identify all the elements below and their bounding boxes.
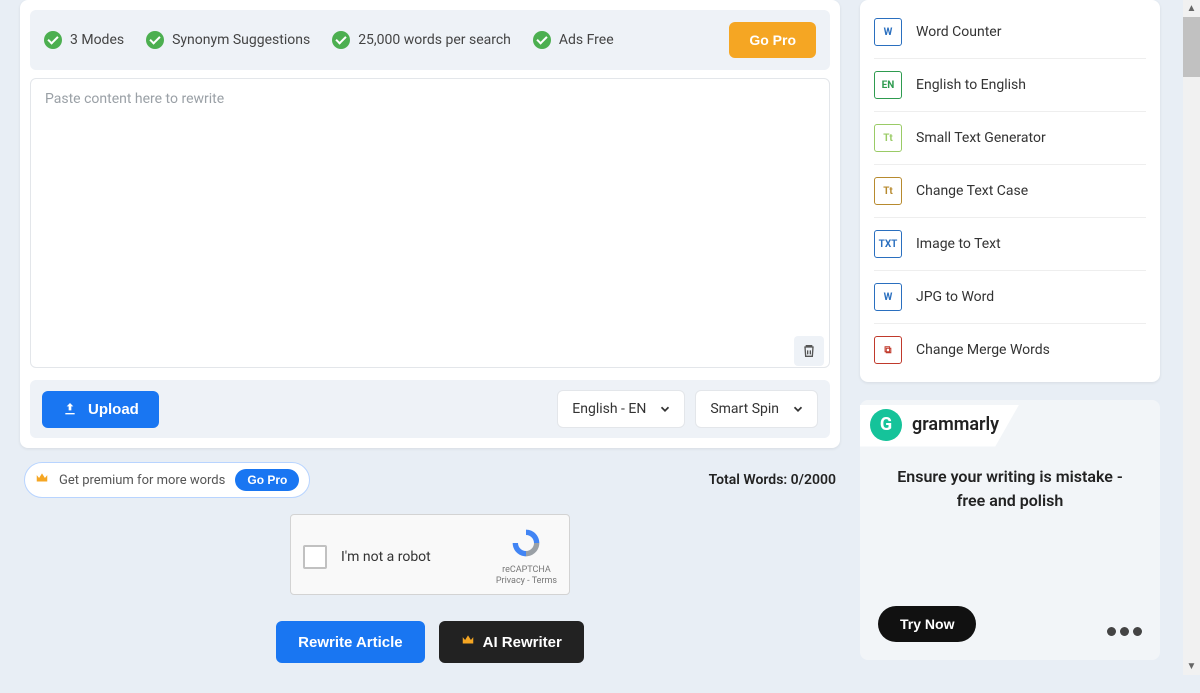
recaptcha-logo: reCAPTCHA Privacy - Terms (496, 527, 557, 586)
carousel-dots[interactable] (1107, 627, 1142, 636)
word-count: Total Words: 0/2000 (709, 472, 836, 488)
rewrite-button[interactable]: Rewrite Article (276, 621, 424, 663)
check-icon (44, 31, 62, 49)
feature-modes: 3 Modes (44, 31, 124, 49)
scroll-down-icon[interactable]: ▼ (1183, 658, 1200, 675)
sidebar-item-tool[interactable]: Tt Change Text Case (874, 165, 1146, 218)
dot-icon (1107, 627, 1116, 636)
ai-rewriter-button[interactable]: AI Rewriter (439, 621, 584, 663)
tool-icon: Tt (874, 177, 902, 205)
tool-label: Small Text Generator (916, 130, 1046, 146)
tool-label: Change Text Case (916, 183, 1028, 199)
grammarly-logo-icon: G (870, 409, 902, 441)
scroll-thumb[interactable] (1183, 17, 1200, 77)
chevron-down-icon (791, 402, 805, 416)
check-icon (146, 31, 164, 49)
tool-label: Word Counter (916, 24, 1001, 40)
dot-icon (1120, 627, 1129, 636)
language-value: English - EN (572, 401, 646, 417)
sidebar-item-tool[interactable]: ⧉ Change Merge Words (874, 324, 1146, 376)
go-pro-button[interactable]: Go Pro (729, 22, 816, 58)
ai-rewriter-label: AI Rewriter (483, 634, 562, 651)
sidebar-tools-card: W Word Counter EN English to English Tt Small… (860, 0, 1160, 382)
feature-bar: 3 Modes Synonym Suggestions 25,000 words… (30, 10, 830, 70)
feature-label: Ads Free (559, 32, 614, 48)
tool-icon: TXT (874, 230, 902, 258)
feature-label: 3 Modes (70, 32, 124, 48)
sidebar-item-tool[interactable]: EN English to English (874, 59, 1146, 112)
feature-adsfree: Ads Free (533, 31, 614, 49)
recaptcha: I'm not a robot reCAPTCHA Privacy - Term… (290, 514, 570, 595)
language-select[interactable]: English - EN (557, 390, 685, 428)
scroll-up-icon[interactable]: ▲ (1183, 0, 1200, 17)
grammarly-ad: G grammarly Ensure your writing is mista… (860, 400, 1160, 660)
ad-copy: Ensure your writing is mistake - free an… (876, 465, 1144, 513)
tool-icon: Tt (874, 124, 902, 152)
crown-icon (461, 633, 475, 651)
dot-icon (1133, 627, 1142, 636)
tool-label: English to English (916, 77, 1026, 93)
check-icon (332, 31, 350, 49)
tool-icon: W (874, 283, 902, 311)
rewriter-tool-card: 3 Modes Synonym Suggestions 25,000 words… (20, 0, 840, 448)
crown-icon (35, 471, 49, 489)
tool-label: Image to Text (916, 236, 1001, 252)
sidebar-item-tool[interactable]: Tt Small Text Generator (874, 112, 1146, 165)
try-now-button[interactable]: Try Now (878, 606, 976, 642)
chevron-down-icon (658, 402, 672, 416)
upload-icon (62, 401, 78, 417)
tool-label: Change Merge Words (916, 342, 1050, 358)
upload-label: Upload (88, 401, 139, 418)
feature-label: Synonym Suggestions (172, 32, 310, 48)
premium-gopro-button[interactable]: Go Pro (235, 469, 299, 491)
mode-value: Smart Spin (710, 401, 779, 417)
feature-synonym: Synonym Suggestions (146, 31, 310, 49)
sidebar-item-tool[interactable]: W Word Counter (874, 6, 1146, 59)
mode-select[interactable]: Smart Spin (695, 390, 818, 428)
clear-text-icon[interactable] (794, 336, 824, 366)
content-textarea[interactable] (30, 78, 830, 368)
premium-pill: Get premium for more words Go Pro (24, 462, 310, 498)
feature-label: 25,000 words per search (358, 32, 511, 48)
stats-row: Get premium for more words Go Pro Total … (20, 448, 840, 508)
control-row: Upload English - EN Smart Spin (30, 380, 830, 438)
tool-icon: EN (874, 71, 902, 99)
tool-icon: ⧉ (874, 336, 902, 364)
recaptcha-checkbox[interactable] (303, 545, 327, 569)
feature-wordlimit: 25,000 words per search (332, 31, 511, 49)
tool-icon: W (874, 18, 902, 46)
sidebar-item-tool[interactable]: TXT Image to Text (874, 218, 1146, 271)
upload-button[interactable]: Upload (42, 391, 159, 428)
recaptcha-label: I'm not a robot (341, 549, 482, 565)
sidebar-item-tool[interactable]: W JPG to Word (874, 271, 1146, 324)
action-row: Rewrite Article AI Rewriter (20, 595, 840, 693)
scrollbar[interactable]: ▲ ▼ (1183, 0, 1200, 675)
ad-header: G grammarly (860, 405, 1019, 447)
premium-text: Get premium for more words (59, 473, 225, 488)
tool-label: JPG to Word (916, 289, 994, 305)
check-icon (533, 31, 551, 49)
grammarly-brand: grammarly (912, 414, 999, 435)
